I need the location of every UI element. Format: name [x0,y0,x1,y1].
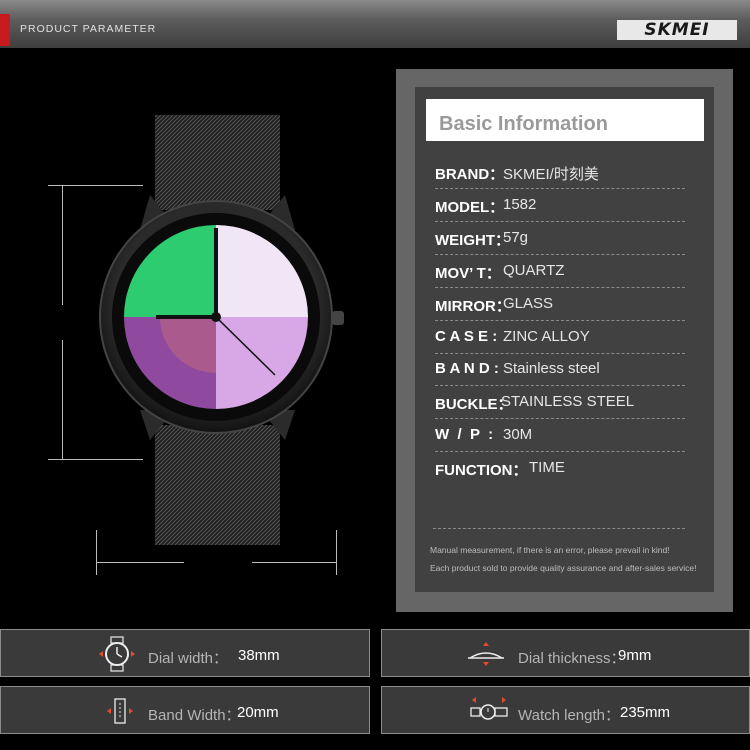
dim-width-line-right [252,562,336,563]
row-divider [435,320,685,321]
spec-watch-length: Watch length： 235mm [381,686,750,734]
spec-label: Band Width： [148,707,241,724]
row-divider [435,385,685,386]
spec-value: 9mm [618,647,652,664]
row-label: MIRROR： [435,298,511,315]
row-label: FUNCTION： [435,462,528,479]
row-label: C A S E : [435,328,498,345]
thickness-icon [468,642,504,666]
header-title: PRODUCT PARAMETER [20,23,157,35]
row-label: WEIGHT： [435,232,510,249]
row-label: BRAND： [435,166,505,183]
dim-height-line-bottom [62,340,63,459]
info-heading: Basic Information [439,113,608,135]
row-label: W / P : [435,426,494,443]
info-bottom-divider [433,528,685,529]
info-row-mirror: MIRROR： GLASS [435,295,685,328]
row-value: QUARTZ [503,262,565,279]
row-label: B A N D : [435,360,499,377]
info-row-case: C A S E : ZINC ALLOY [435,328,685,361]
row-value: Stainless steel [503,360,600,377]
info-row-buckle: BUCKLE： STAINLESS STEEL [435,393,685,426]
dim-bottom-tick [48,459,143,460]
row-value: 1582 [503,196,537,213]
info-row-brand: BRAND： SKMEI/时刻美 [435,163,685,196]
spec-value: 20mm [237,704,279,721]
row-value: TIME [529,459,565,476]
row-value: 30M [503,426,533,443]
brand-logo: SKMEI [644,20,710,40]
dim-width-line-left [96,562,184,563]
header-accent [0,14,10,46]
dim-right-tick [336,530,337,575]
spec-label: Dial thickness： [518,650,626,667]
row-value: GLASS [503,295,554,312]
upper-strap [155,115,280,210]
row-label: MODEL： [435,199,505,216]
row-divider [435,353,685,354]
row-value: ZINC ALLOY [503,328,590,345]
lower-strap [155,425,280,545]
service-note: Each product sold to provide quality ass… [430,563,697,573]
crown [332,311,344,325]
row-divider [435,451,685,452]
row-divider [435,254,685,255]
row-value: 57g [503,229,529,246]
measurement-note: Manual measurement, if there is an error… [430,545,670,555]
row-value: SKMEI/时刻美 [503,166,599,183]
info-row-band: B A N D : Stainless steel [435,360,685,393]
row-divider [435,221,685,222]
dim-height-line-top [62,185,63,305]
spec-value: 235mm [620,704,671,721]
spec-band-width: Band Width： 20mm [0,686,370,734]
watch-face-icon [99,636,135,672]
row-label: MOV’ T： [435,265,501,282]
spec-dial-thickness: Dial thickness： 9mm [381,629,750,677]
row-divider [435,188,685,189]
info-row-movement: MOV’ T： QUARTZ [435,262,685,295]
dim-left-tick [96,530,97,575]
spec-value: 38mm [238,647,280,664]
info-row-function: FUNCTION： TIME [435,459,685,492]
row-divider [435,418,685,419]
watch-image [99,115,344,545]
info-row-weight: WEIGHT： 57g [435,229,685,262]
info-row-model: MODEL： 1582 [435,196,685,229]
row-value: STAINLESS STEEL [501,393,635,410]
spec-label: Watch length： [518,707,620,724]
spec-label: Dial width： [148,650,229,667]
info-row-wp: W / P : 30M [435,426,685,459]
row-divider [435,287,685,288]
length-icon [470,697,508,720]
band-icon [107,698,133,724]
spec-dial-width: Dial width： 38mm [0,629,370,677]
